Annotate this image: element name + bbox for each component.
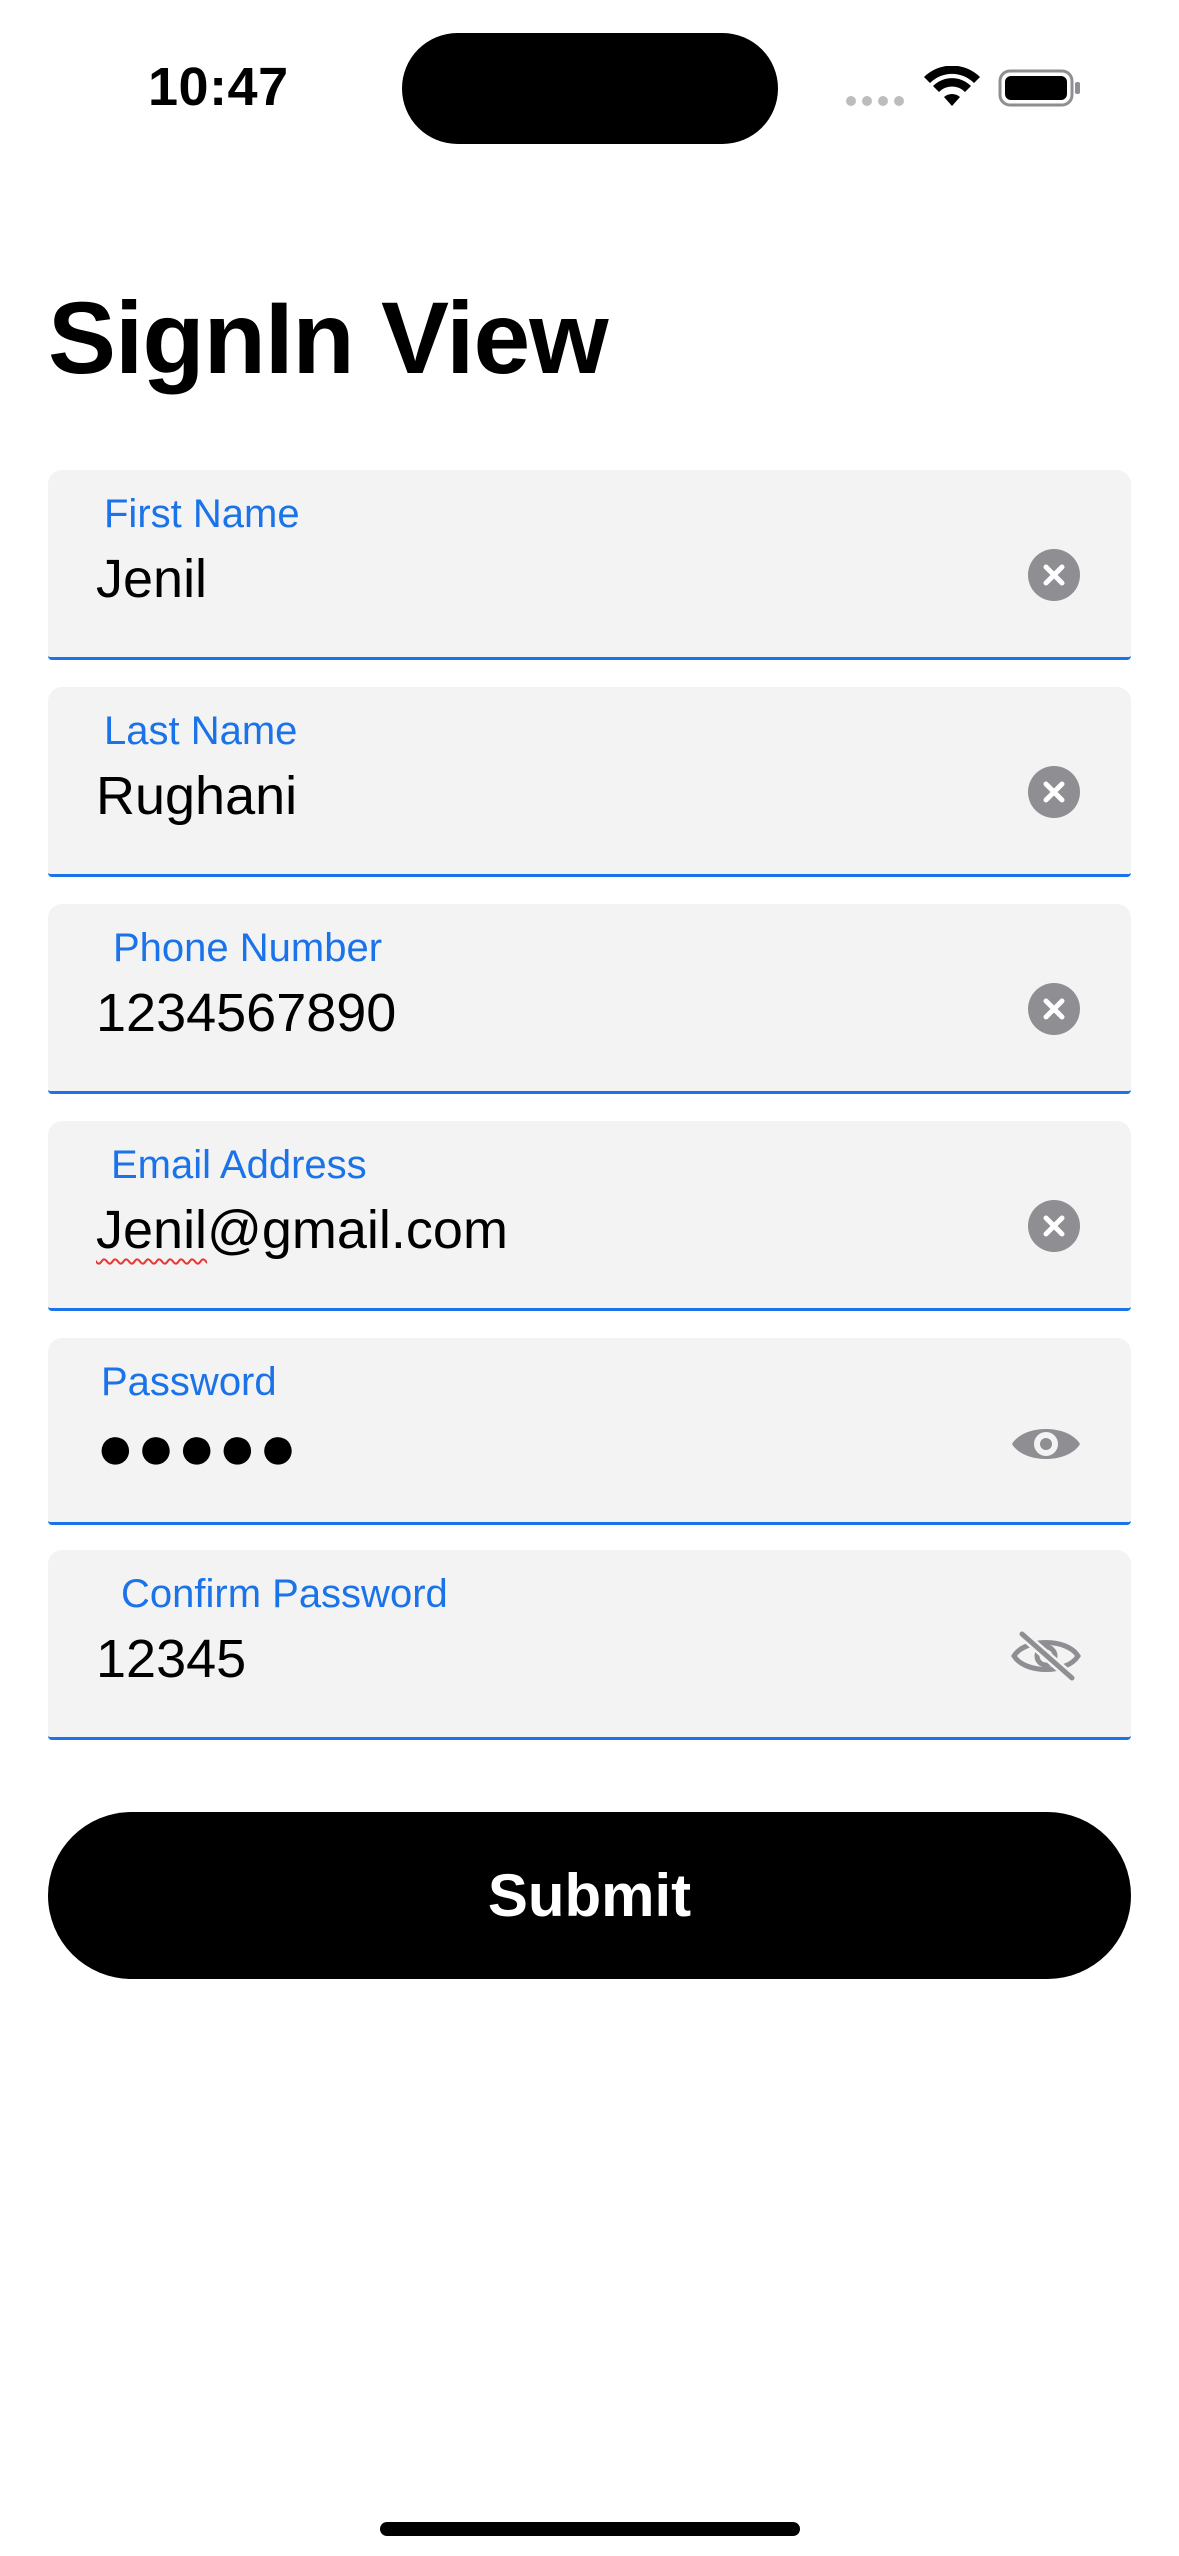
phone-number-input[interactable]: 1234567890 bbox=[96, 982, 396, 1044]
last-name-input[interactable]: Rughani bbox=[96, 765, 297, 827]
battery-icon bbox=[998, 69, 1080, 107]
confirm-password-label: Confirm Password bbox=[121, 1572, 448, 1616]
phone-number-label: Phone Number bbox=[113, 926, 383, 970]
home-indicator[interactable] bbox=[380, 2522, 800, 2536]
first-name-label: First Name bbox=[104, 492, 300, 536]
password-field[interactable]: Password ●●●●● bbox=[48, 1338, 1131, 1525]
page-title: SignIn View bbox=[48, 281, 609, 395]
eye-icon[interactable] bbox=[1010, 1416, 1082, 1472]
email-domain: @gmail.com bbox=[207, 1200, 508, 1260]
last-name-label: Last Name bbox=[104, 709, 298, 753]
phone-number-field[interactable]: Phone Number 1234567890 bbox=[48, 904, 1131, 1094]
first-name-field[interactable]: First Name Jenil bbox=[48, 470, 1131, 660]
email-address-input[interactable]: Jenil@gmail.com bbox=[96, 1199, 508, 1261]
email-address-field[interactable]: Email Address Jenil@gmail.com bbox=[48, 1121, 1131, 1311]
eye-slash-icon[interactable] bbox=[1010, 1628, 1082, 1684]
dynamic-island bbox=[402, 33, 778, 144]
submit-button[interactable]: Submit bbox=[48, 1812, 1131, 1979]
confirm-password-input[interactable]: 12345 bbox=[96, 1628, 246, 1690]
clear-icon[interactable] bbox=[1028, 766, 1080, 818]
last-name-field[interactable]: Last Name Rughani bbox=[48, 687, 1131, 877]
password-label: Password bbox=[101, 1360, 277, 1404]
first-name-input[interactable]: Jenil bbox=[96, 548, 207, 610]
cellular-signal-icon bbox=[846, 96, 904, 106]
clear-icon[interactable] bbox=[1028, 983, 1080, 1035]
email-address-label: Email Address bbox=[111, 1143, 367, 1187]
misspelled-word: Jenil bbox=[96, 1200, 208, 1260]
wifi-icon bbox=[924, 66, 980, 106]
clear-icon[interactable] bbox=[1028, 1200, 1080, 1252]
confirm-password-field[interactable]: Confirm Password 12345 bbox=[48, 1550, 1131, 1740]
status-time: 10:47 bbox=[148, 57, 289, 117]
password-input[interactable]: ●●●●● bbox=[96, 1410, 299, 1484]
clear-icon[interactable] bbox=[1028, 549, 1080, 601]
